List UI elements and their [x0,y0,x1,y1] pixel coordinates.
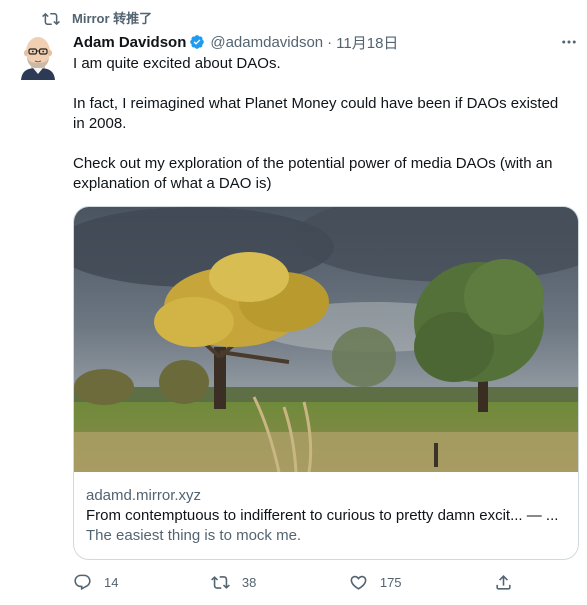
reply-button[interactable]: 14 [73,573,118,592]
card-meta: adamd.mirror.xyz From contemptuous to in… [86,486,566,546]
reply-count: 14 [104,574,119,590]
tweet-paragraph-1: I am quite excited about DAOs. [73,55,281,72]
reply-icon [74,574,91,590]
retweet-button[interactable]: 38 [210,573,257,592]
tweet-header: Adam Davidson @adamdavidson · 11月18日 [73,32,571,52]
card-domain: adamd.mirror.xyz [86,487,202,504]
tweet-text: I am quite excited about DAOs. In fact, … [73,54,573,194]
retweet-label[interactable]: Mirror 转推了 [72,10,152,28]
tweet-paragraph-2: In fact, I reimagined what Planet Money … [73,95,559,132]
more-options-button[interactable] [559,33,579,51]
retweet-icon [42,12,60,26]
author-name[interactable]: Adam Davidson [73,34,186,51]
link-preview-card[interactable]: adamd.mirror.xyz From contemptuous to in… [73,206,579,560]
card-title: From contemptuous to indifferent to curi… [86,507,559,524]
card-description: The easiest thing is to mock me. [86,527,302,544]
header-separator: · [327,33,333,51]
retweet-count: 38 [241,574,257,590]
like-button[interactable]: 175 [349,573,402,592]
heart-icon [350,575,367,590]
more-icon [562,40,576,44]
tweet[interactable]: Mirror 转推了 Adam Davidson @adamdavidson ·… [0,0,587,605]
share-button[interactable] [494,573,513,592]
tweet-date[interactable]: 11月18日 [336,32,398,53]
verified-badge-icon [190,35,205,49]
action-bar: 14 38 175 [73,570,513,594]
share-icon [496,574,511,590]
card-image[interactable] [74,207,578,472]
tweet-paragraph-3: Check out my exploration of the potentia… [73,155,553,192]
author-handle[interactable]: @adamdavidson [210,34,323,51]
retweet-icon [210,575,230,589]
avatar[interactable] [18,32,58,80]
like-count: 175 [379,574,402,590]
retweet-context[interactable]: Mirror 转推了 [42,10,152,28]
